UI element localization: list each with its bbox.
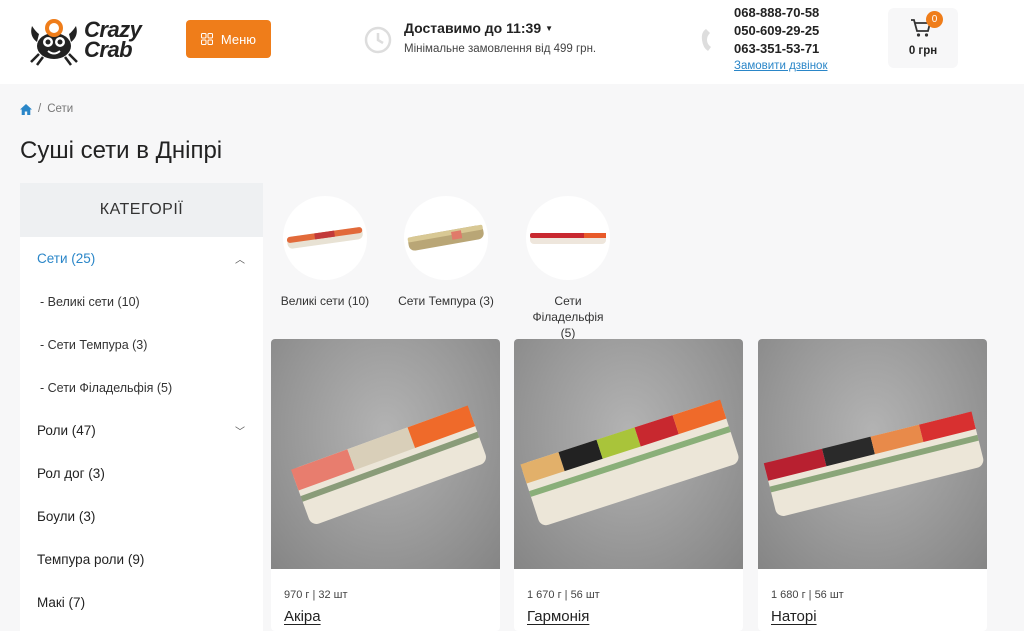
cart-total: 0 грн bbox=[908, 45, 938, 57]
subcategory-philadelphia-sets[interactable]: Сети Філадельфія (5) bbox=[508, 196, 628, 341]
sidebar-header: КАТЕГОРІЇ bbox=[20, 183, 263, 237]
phone-number[interactable]: 050-609-29-25 bbox=[734, 22, 828, 40]
subcategory-image bbox=[283, 196, 367, 280]
logo-text: Crazy Crab bbox=[84, 17, 142, 62]
subcategory-label: Сети Філадельфія (5) bbox=[532, 294, 604, 340]
product-card[interactable]: 1 680 г | 56 шт Наторі bbox=[758, 339, 987, 631]
sidebar-item-label: Рол дог (3) bbox=[37, 466, 105, 481]
category-sidebar: КАТЕГОРІЇ Сети (25) ︿ - Великі сети (10)… bbox=[20, 183, 263, 631]
sushi-set-image bbox=[530, 233, 606, 244]
sidebar-subitem-big-sets[interactable]: - Великі сети (10) bbox=[20, 280, 263, 323]
phone-number[interactable]: 068-888-70-58 bbox=[734, 4, 828, 22]
breadcrumb-current: Сети bbox=[47, 103, 74, 115]
sushi-set-photo bbox=[520, 399, 739, 526]
sidebar-item-sets[interactable]: Сети (25) ︿ bbox=[20, 237, 263, 280]
clock-icon bbox=[364, 26, 392, 54]
product-name[interactable]: Наторі bbox=[771, 608, 817, 625]
phone-icon bbox=[701, 29, 711, 51]
subcategory-label: Сети Темпура (3) bbox=[398, 294, 494, 308]
grid-icon bbox=[200, 33, 213, 45]
sidebar-subitem-tempura-sets[interactable]: - Сети Темпура (3) bbox=[20, 323, 263, 366]
phone-number[interactable]: 063-351-53-71 bbox=[734, 40, 828, 58]
product-image[interactable] bbox=[758, 339, 987, 569]
sushi-set-image bbox=[286, 227, 363, 249]
phone-list: 068-888-70-58 050-609-29-25 063-351-53-7… bbox=[734, 4, 828, 72]
sidebar-item-label: Макі (7) bbox=[37, 595, 86, 610]
subcategory-image bbox=[526, 196, 610, 280]
callback-link[interactable]: Замовити дзвінок bbox=[734, 60, 828, 72]
product-image[interactable] bbox=[271, 339, 500, 569]
cart-count-badge: 0 bbox=[926, 11, 943, 28]
product-card[interactable]: 1 670 г | 56 шт Гармонія bbox=[514, 339, 743, 631]
sushi-set-photo bbox=[291, 405, 486, 524]
product-weight: 1 670 г | 56 шт bbox=[527, 589, 600, 601]
product-name[interactable]: Акіра bbox=[284, 608, 321, 625]
product-weight: 970 г | 32 шт bbox=[284, 589, 348, 601]
product-card[interactable]: 970 г | 32 шт Акіра bbox=[271, 339, 500, 631]
product-weight: 1 680 г | 56 шт bbox=[771, 589, 844, 601]
page-title: Суші сети в Дніпрі bbox=[20, 137, 223, 164]
sidebar-item-label: Роли (47) bbox=[37, 423, 96, 438]
logo[interactable]: Crazy Crab bbox=[26, 10, 156, 68]
sidebar-item-maki[interactable]: Макі (7) bbox=[20, 581, 263, 624]
home-icon[interactable] bbox=[20, 103, 32, 115]
sidebar-item-bowls[interactable]: Боули (3) bbox=[20, 495, 263, 538]
sidebar-item-roll-dog[interactable]: Рол дог (3) bbox=[20, 452, 263, 495]
subcategory-image bbox=[404, 196, 488, 280]
sidebar-item-tempura-rolls[interactable]: Темпура роли (9) bbox=[20, 538, 263, 581]
caret-down-icon: ▼ bbox=[545, 23, 554, 33]
sushi-set-photo bbox=[763, 411, 984, 516]
breadcrumb-separator: / bbox=[38, 103, 42, 115]
min-order-text: Мінімальне замовлення від 499 грн. bbox=[404, 43, 597, 55]
product-image[interactable] bbox=[514, 339, 743, 569]
sidebar-item-label: Сети (25) bbox=[37, 251, 96, 266]
subcategory-tempura-sets[interactable]: Сети Темпура (3) bbox=[386, 196, 506, 309]
subcategory-label: Великі сети (10) bbox=[280, 294, 370, 308]
sidebar-subitem-philadelphia-sets[interactable]: - Сети Філадельфія (5) bbox=[20, 366, 263, 409]
chevron-down-icon[interactable]: ﹀ bbox=[235, 423, 245, 438]
breadcrumb: / Сети bbox=[20, 103, 73, 115]
chevron-up-icon[interactable]: ︿ bbox=[235, 251, 245, 266]
sidebar-item-label: Боули (3) bbox=[37, 509, 96, 524]
cart-button[interactable]: 0 0 грн bbox=[888, 8, 958, 68]
subcategory-big-sets[interactable]: Великі сети (10) bbox=[265, 196, 385, 309]
sidebar-item-label: Темпура роли (9) bbox=[37, 552, 145, 567]
delivery-time: Доставимо до 11:39 bbox=[404, 20, 542, 36]
site-header: Crazy Crab Меню Доставимо до 11:39 ▼ Мін… bbox=[0, 0, 1024, 84]
sushi-set-image bbox=[407, 224, 484, 251]
crab-mascot-icon bbox=[30, 19, 78, 66]
menu-button[interactable]: Меню bbox=[186, 20, 271, 58]
product-name[interactable]: Гармонія bbox=[527, 608, 589, 625]
menu-button-label: Меню bbox=[220, 31, 257, 47]
sidebar-item-rolls[interactable]: Роли (47) ﹀ bbox=[20, 409, 263, 452]
delivery-info[interactable]: Доставимо до 11:39 ▼ Мінімальне замовлен… bbox=[404, 20, 596, 55]
